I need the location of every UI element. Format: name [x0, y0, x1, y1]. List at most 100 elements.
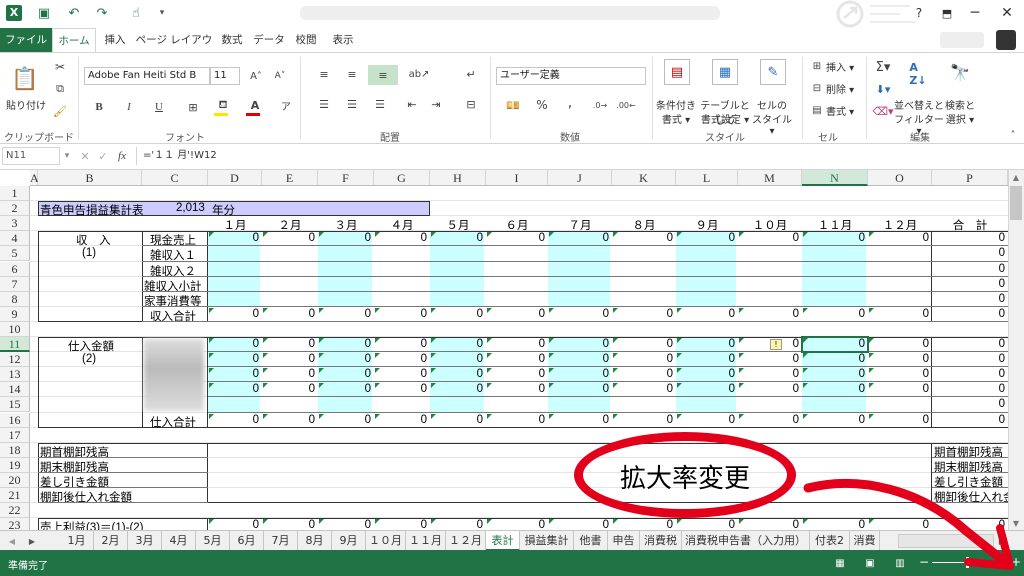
column-header-I[interactable]: I — [486, 170, 548, 186]
column-header-O[interactable]: O — [868, 170, 932, 186]
value-cell[interactable]: 0 — [802, 368, 868, 382]
conditional-format-label-2[interactable]: 書式 ▾ — [652, 111, 700, 126]
tab-home[interactable]: ホーム — [52, 28, 96, 52]
value-cell[interactable]: 0 — [932, 278, 1008, 292]
find-select-label-1[interactable]: 検索と — [940, 97, 980, 112]
value-cell[interactable]: 0 — [738, 383, 802, 397]
value-cell[interactable]: 0 — [430, 383, 486, 397]
value-cell[interactable]: 0 — [868, 232, 932, 246]
value-cell[interactable]: 0 — [430, 519, 486, 530]
format-painter-icon[interactable]: 🖌 — [52, 103, 68, 119]
value-cell[interactable]: 0 — [374, 353, 430, 367]
value-cell[interactable]: 0 — [318, 414, 374, 428]
row-header-8[interactable]: 8 — [0, 291, 30, 307]
sheet-tab[interactable]: 消費税 — [640, 531, 682, 551]
value-cell[interactable]: 0 — [676, 368, 738, 382]
value-cell[interactable]: 0 — [318, 338, 374, 352]
sort-filter-label-1[interactable]: 並べ替えと — [894, 97, 944, 112]
align-center-icon[interactable]: ☰ — [344, 97, 360, 111]
currency-icon[interactable]: 💴 — [502, 97, 524, 113]
sheet-tab[interactable]: 表計 — [486, 531, 520, 551]
tab-data[interactable]: データ — [252, 28, 286, 52]
value-cell[interactable]: 0 — [430, 368, 486, 382]
value-cell[interactable]: 0 — [374, 338, 430, 352]
find-select-label-2[interactable]: 選択 ▾ — [940, 111, 980, 126]
value-cell[interactable]: 0 — [738, 308, 802, 322]
value-cell[interactable]: 0 — [932, 247, 1008, 261]
value-cell[interactable]: 0 — [802, 232, 868, 246]
value-cell[interactable]: 0 — [738, 368, 802, 382]
help-button[interactable]: ? — [904, 2, 934, 24]
row-header-18[interactable]: 18 — [0, 442, 30, 458]
row-header-1[interactable]: 1 — [0, 186, 30, 202]
value-cell[interactable]: 0 — [802, 353, 868, 367]
column-header-P[interactable]: P — [932, 170, 1008, 186]
sheet-tab[interactable]: １１月 — [406, 531, 446, 551]
row-header-6[interactable]: 6 — [0, 261, 30, 277]
row-header-20[interactable]: 20 — [0, 472, 30, 488]
value-cell[interactable]: 0 — [262, 353, 318, 367]
value-cell[interactable]: 0 — [802, 383, 868, 397]
tab-view[interactable]: 表示 — [328, 28, 358, 52]
value-cell[interactable]: 0 — [868, 414, 932, 428]
name-box[interactable]: N11 — [2, 147, 60, 165]
merge-center-icon[interactable]: ⊟ — [462, 97, 480, 111]
sort-filter-icon[interactable]: A Z↓ — [906, 61, 930, 87]
value-cell[interactable]: 0 — [486, 308, 548, 322]
number-format-combo[interactable]: ユーザー定義 — [496, 67, 646, 85]
value-cell[interactable]: 0 — [612, 368, 676, 382]
account-name[interactable] — [940, 32, 984, 48]
row-header-11[interactable]: 11 — [0, 337, 30, 353]
value-cell[interactable]: 0 — [548, 232, 612, 246]
row-header-4[interactable]: 4 — [0, 231, 30, 247]
insert-function-button[interactable]: fx — [114, 148, 130, 164]
column-header-B[interactable]: B — [38, 170, 142, 186]
fill-color-icon[interactable]: ⛾ — [212, 97, 234, 113]
value-cell[interactable]: 0 — [262, 368, 318, 382]
format-as-table-icon[interactable]: ▦ — [712, 59, 738, 85]
value-cell[interactable]: 0 — [932, 263, 1008, 277]
insert-cells-icon[interactable]: ⊞ — [810, 59, 824, 73]
align-right-icon[interactable]: ☰ — [372, 97, 388, 111]
value-cell[interactable]: 0 — [430, 414, 486, 428]
value-cell[interactable]: 0 — [374, 368, 430, 382]
sheet-tab[interactable]: 4月 — [162, 531, 196, 551]
value-cell[interactable]: 0 — [932, 232, 1008, 246]
value-cell[interactable]: 0 — [676, 308, 738, 322]
value-cell[interactable]: 0 — [548, 383, 612, 397]
value-cell[interactable]: 0 — [374, 232, 430, 246]
row-header-14[interactable]: 14 — [0, 382, 30, 398]
value-cell[interactable]: 0 — [676, 414, 738, 428]
clear-icon[interactable]: ⌫▾ — [872, 103, 894, 119]
sheet-tab[interactable]: 8月 — [298, 531, 332, 551]
cancel-icon[interactable]: ✕ — [78, 149, 92, 163]
row-header-21[interactable]: 21 — [0, 488, 30, 504]
customize-qat-icon[interactable]: ▾ — [152, 4, 172, 22]
row-header-19[interactable]: 19 — [0, 457, 30, 473]
italic-button[interactable]: I — [122, 99, 136, 115]
value-cell[interactable]: 0 — [262, 519, 318, 530]
align-top-icon[interactable]: ≡ — [316, 67, 332, 81]
value-cell[interactable]: 0 — [612, 383, 676, 397]
value-cell[interactable]: 0 — [802, 308, 868, 322]
redo-icon[interactable]: ↷ — [92, 4, 112, 22]
touch-mode-icon[interactable]: ☝ — [126, 4, 146, 22]
value-cell[interactable]: 0 — [548, 353, 612, 367]
value-cell[interactable]: 0 — [932, 398, 1008, 412]
value-cell[interactable]: 0 — [868, 383, 932, 397]
value-cell[interactable]: 0 — [738, 519, 802, 530]
value-cell[interactable]: 0 — [802, 414, 868, 428]
paste-button[interactable]: 貼り付け — [2, 97, 50, 112]
column-header-K[interactable]: K — [612, 170, 676, 186]
font-size-combo[interactable]: 11 — [210, 67, 240, 85]
format-as-table-label-2[interactable]: 書式設定 ▾ — [696, 111, 754, 126]
row-header-5[interactable]: 5 — [0, 246, 30, 262]
minimize-button[interactable]: ─ — [960, 2, 990, 24]
row-header-7[interactable]: 7 — [0, 276, 30, 292]
value-cell[interactable]: 0 — [548, 338, 612, 352]
value-cell[interactable]: 0 — [374, 308, 430, 322]
value-cell[interactable]: 0 — [738, 353, 802, 367]
align-middle-icon[interactable]: ≡ — [344, 67, 360, 81]
value-cell[interactable]: 0 — [548, 308, 612, 322]
align-left-icon[interactable]: ☰ — [316, 97, 332, 111]
